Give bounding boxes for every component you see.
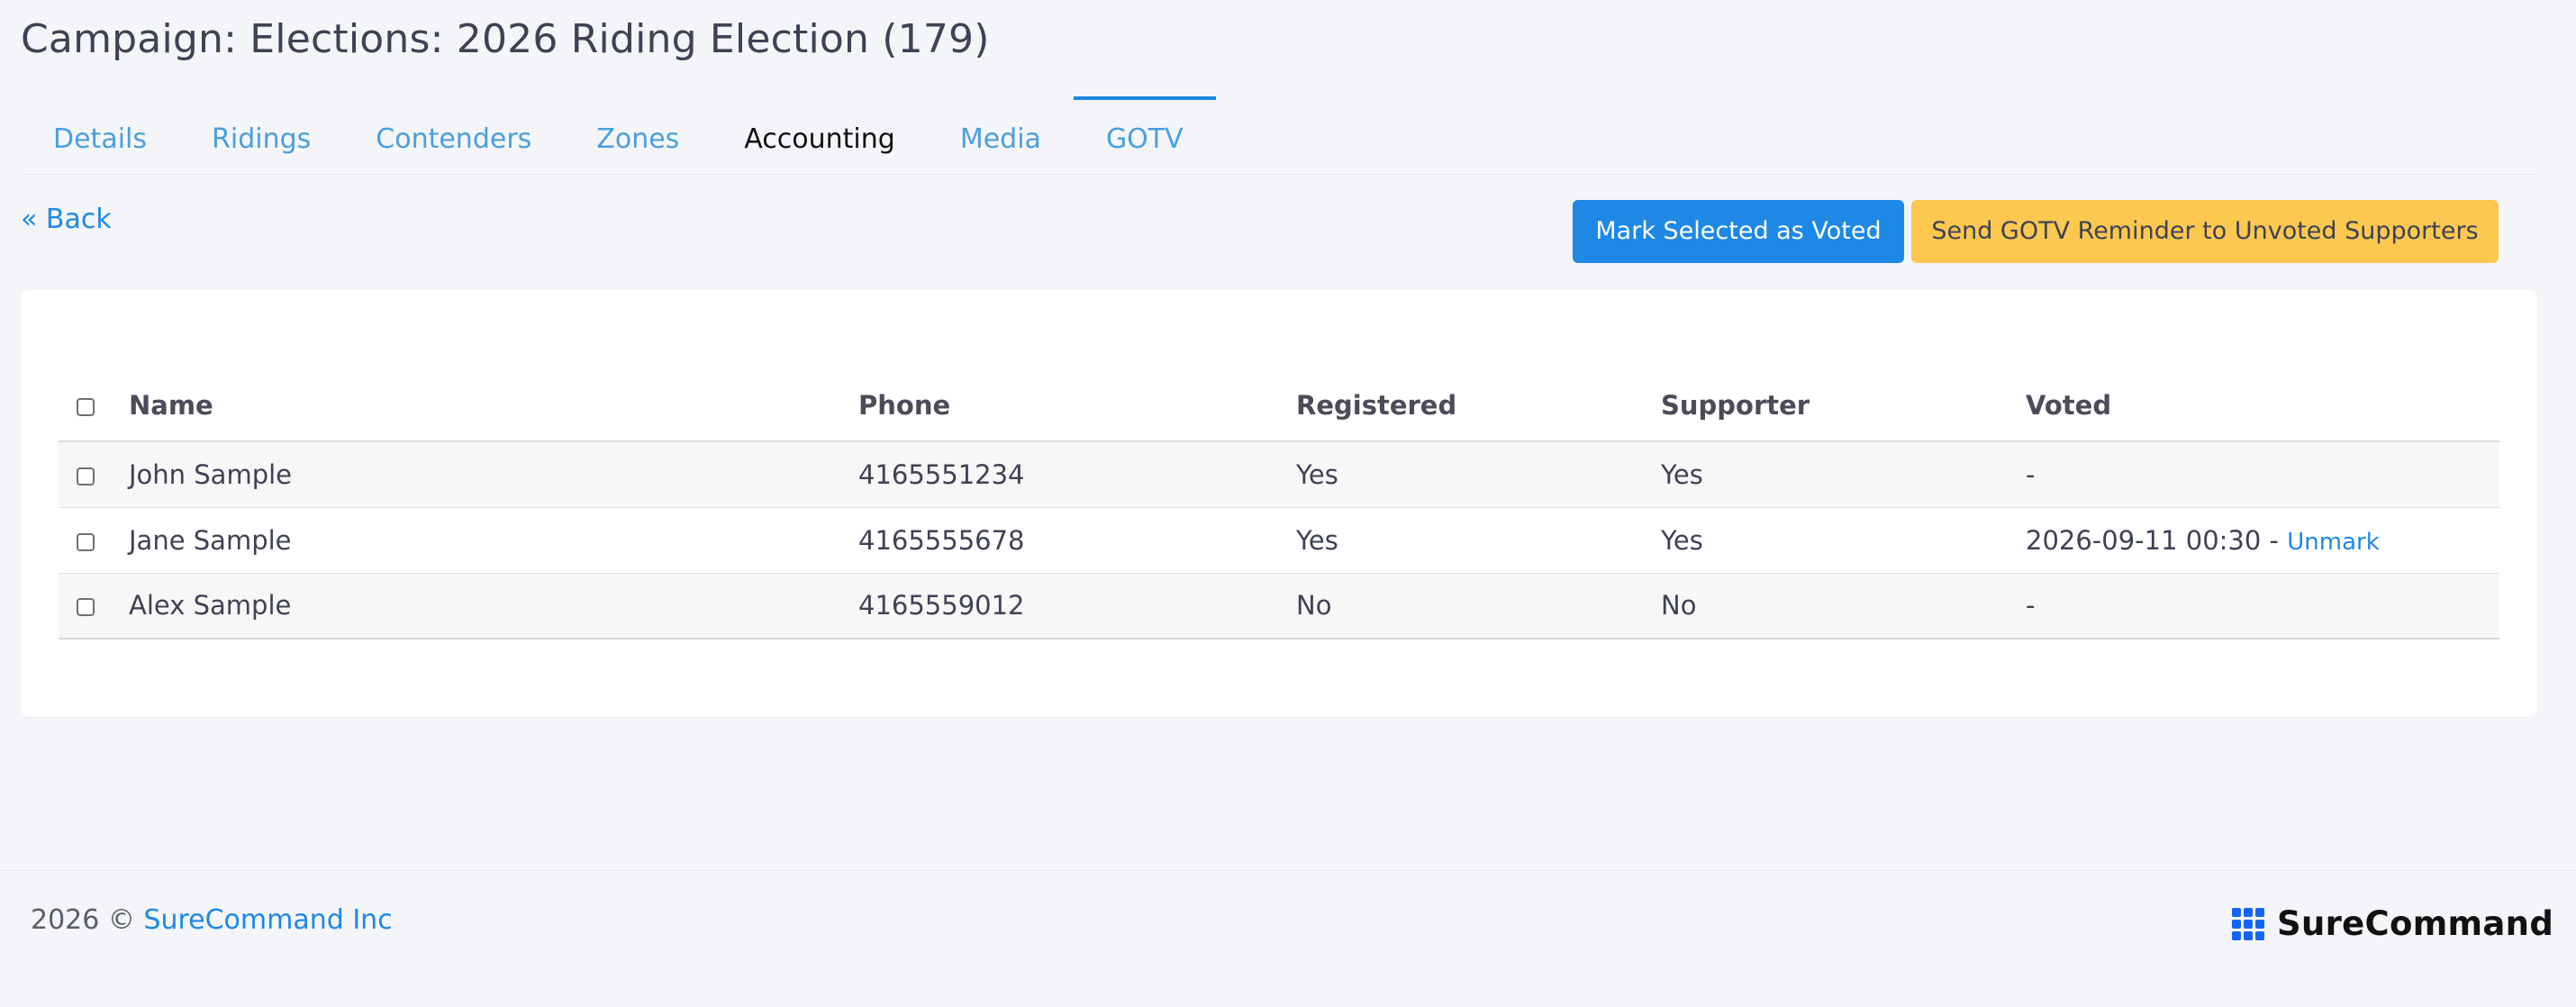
tab-zones[interactable]: Zones: [564, 96, 712, 174]
footer-divider: [0, 870, 2576, 871]
table-header-row: Name Phone Registered Supporter Voted: [59, 369, 2499, 442]
header-phone[interactable]: Phone: [858, 369, 1296, 442]
tab-details[interactable]: Details: [21, 96, 179, 174]
voters-card: Name Phone Registered Supporter Voted Jo…: [21, 290, 2537, 716]
voter-supporter: Yes: [1661, 441, 2026, 508]
send-gotv-reminder-button[interactable]: Send GOTV Reminder to Unvoted Supporters: [1911, 200, 2499, 263]
voter-registered: Yes: [1296, 441, 1661, 508]
voter-phone: 4165551234: [858, 441, 1296, 508]
copyright-text: 2026 ©: [31, 904, 144, 936]
voter-name: Jane Sample: [129, 507, 858, 574]
table-row: Alex Sample 4165559012 No No -: [59, 573, 2499, 640]
unmark-link[interactable]: Unmark: [2287, 529, 2380, 556]
table-row: John Sample 4165551234 Yes Yes -: [59, 441, 2499, 508]
voter-phone: 4165555678: [858, 507, 1296, 574]
row-select-cell: [59, 507, 129, 574]
tab-bar: Details Ridings Contenders Zones Account…: [21, 96, 2537, 175]
header-name[interactable]: Name: [129, 369, 858, 442]
voter-voted: -: [2026, 590, 2036, 621]
page-title: Campaign: Elections: 2026 Riding Electio…: [21, 16, 990, 62]
voter-voted: 2026-09-11 00:30 -: [2026, 524, 2288, 556]
voter-supporter: No: [1661, 573, 2026, 640]
tab-accounting[interactable]: Accounting: [712, 96, 928, 174]
header-supporter[interactable]: Supporter: [1661, 369, 2026, 442]
voter-name: John Sample: [129, 441, 858, 508]
voter-registered: Yes: [1296, 507, 1661, 574]
tab-contenders[interactable]: Contenders: [343, 96, 564, 174]
voter-voted-cell: -: [2026, 573, 2499, 640]
tab-media[interactable]: Media: [928, 96, 1074, 174]
header-registered[interactable]: Registered: [1296, 369, 1661, 442]
row-select-cell: [59, 441, 129, 508]
brand-name: SureCommand: [2277, 904, 2554, 943]
select-all-cell: [59, 369, 129, 442]
tab-gotv[interactable]: GOTV: [1073, 96, 1216, 174]
company-link[interactable]: SureCommand Inc: [143, 904, 392, 936]
voter-voted-cell: -: [2026, 441, 2499, 508]
voter-name: Alex Sample: [129, 573, 858, 640]
voter-supporter: Yes: [1661, 507, 2026, 574]
voter-registered: No: [1296, 573, 1661, 640]
row-checkbox[interactable]: [77, 598, 95, 617]
brand-logo: SureCommand: [2232, 904, 2553, 943]
grid-logo-icon: [2232, 907, 2264, 940]
mark-selected-voted-button[interactable]: Mark Selected as Voted: [1573, 200, 1904, 263]
tab-ridings[interactable]: Ridings: [179, 96, 343, 174]
voter-voted-cell: 2026-09-11 00:30 - Unmark: [2026, 507, 2499, 574]
row-checkbox[interactable]: [77, 467, 95, 485]
voter-voted: -: [2026, 458, 2036, 490]
select-all-checkbox[interactable]: [77, 397, 95, 416]
row-checkbox[interactable]: [77, 532, 95, 551]
table-row: Jane Sample 4165555678 Yes Yes 2026-09-1…: [59, 507, 2499, 574]
footer-copyright: 2026 © SureCommand Inc: [31, 904, 393, 936]
voter-phone: 4165559012: [858, 573, 1296, 640]
header-voted[interactable]: Voted: [2026, 369, 2499, 442]
row-select-cell: [59, 573, 129, 640]
voters-table: Name Phone Registered Supporter Voted Jo…: [59, 369, 2499, 640]
back-link[interactable]: « Back: [21, 204, 112, 235]
